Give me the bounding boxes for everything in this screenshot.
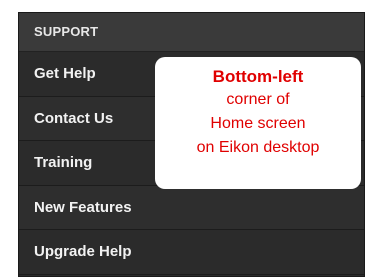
callout-line-2: Home screen [210, 115, 306, 132]
screenshot-stage: SUPPORT Get Help Contact Us Training New… [0, 0, 368, 279]
menu-item-upgrade-help[interactable]: Upgrade Help [19, 230, 364, 275]
callout-title: Bottom-left [212, 67, 304, 86]
support-section-header: SUPPORT [19, 13, 364, 52]
callout-line-3: on Eikon desktop [196, 139, 320, 156]
annotation-callout: Bottom-left corner of Home screen on Eik… [155, 57, 361, 189]
menu-item-new-features[interactable]: New Features [19, 185, 364, 231]
callout-line-1: corner of [226, 91, 290, 108]
